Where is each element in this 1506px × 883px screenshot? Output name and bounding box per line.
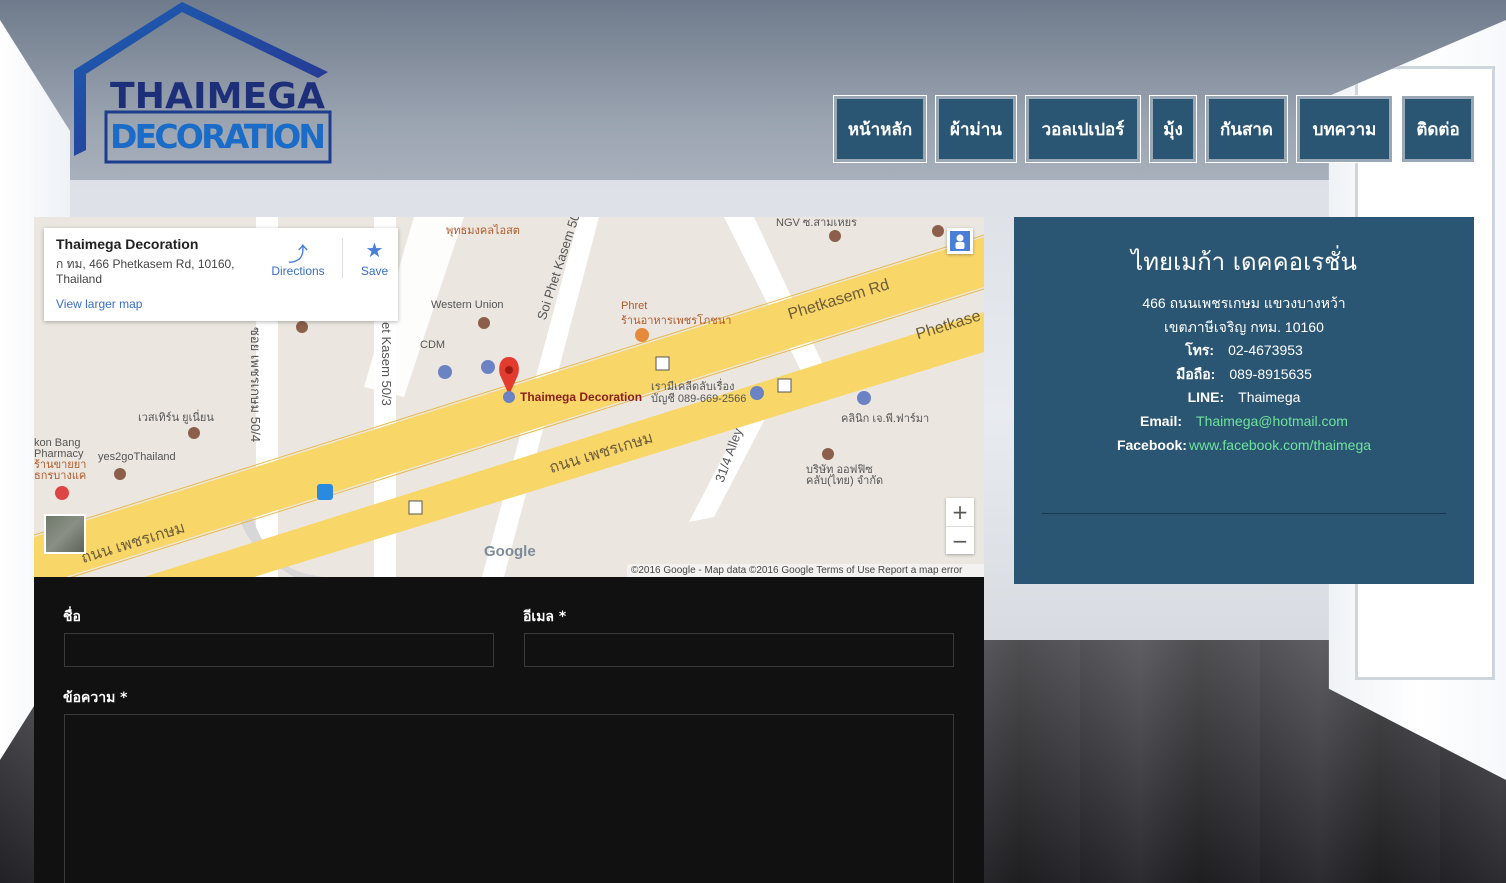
map-label: yes2goThailand bbox=[98, 451, 176, 463]
map-label: เวสเทิร์น ยูเนี่ยน bbox=[138, 412, 214, 424]
nav-item-mosquito-net[interactable]: มุ้ง bbox=[1149, 95, 1197, 163]
street-view-pegman-icon[interactable] bbox=[947, 228, 973, 254]
map-label: คลินิก เจ.พี.ฟาร์มา bbox=[841, 413, 930, 425]
contact-details: 466 ถนนเพชรเกษม แขวงบางหว้า เขตภาษีเจริญ… bbox=[1014, 292, 1474, 457]
contact-form: ชื่อ อีเมล * ข้อความ * bbox=[34, 577, 984, 883]
google-logo: Google bbox=[484, 543, 536, 560]
facebook-link[interactable]: www.facebook.com/thaimega bbox=[1189, 437, 1371, 453]
save-label: Save bbox=[360, 264, 389, 278]
mobile-value: 089-8915635 bbox=[1229, 365, 1312, 382]
nav-item-contact[interactable]: ติดต่อ bbox=[1401, 95, 1475, 163]
house-logo-icon: THAIMEGA DECORATION bbox=[74, 2, 332, 164]
map-label: Western Union bbox=[431, 299, 504, 311]
main-nav: หน้าหลัก ผ้าม่าน วอลเปเปอร์ มุ้ง กันสาด … bbox=[833, 95, 1475, 163]
map-label: NGV ซ.สามเหยร bbox=[776, 217, 857, 229]
nav-item-curtains[interactable]: ผ้าม่าน bbox=[935, 95, 1017, 163]
map-card-title: Thaimega Decoration bbox=[56, 236, 199, 252]
address-line-2: เขตภาษีเจริญ กทม. 10160 bbox=[1164, 318, 1324, 335]
zoom-out-button[interactable]: − bbox=[946, 526, 974, 554]
satellite-toggle[interactable] bbox=[44, 514, 86, 554]
facebook-label: Facebook: bbox=[1116, 436, 1187, 453]
zoom-in-button[interactable]: + bbox=[946, 498, 974, 526]
name-input[interactable] bbox=[64, 633, 494, 667]
nav-item-articles[interactable]: บทความ bbox=[1296, 95, 1393, 163]
contact-panel: ไทยเมก้า เดคคอเรชั่น 466 ถนนเพชรเกษม แขว… bbox=[1014, 217, 1474, 584]
svg-text:THAIMEGA: THAIMEGA bbox=[110, 76, 325, 117]
phone-label: โทร: bbox=[1185, 342, 1215, 359]
facebook-line: Facebook: www.facebook.com/thaimega bbox=[1014, 434, 1474, 458]
map-label: พุทธมงคลไอสต bbox=[446, 225, 520, 237]
name-label: ชื่อ bbox=[63, 609, 81, 625]
map-footer[interactable]: ©2016 Google - Map data ©2016 Google Ter… bbox=[627, 564, 984, 577]
email-link[interactable]: Thaimega@hotmail.com bbox=[1196, 413, 1348, 429]
map-info-card: Thaimega Decoration ก ทม, 466 Phetkasem … bbox=[44, 228, 398, 321]
directions-button[interactable]: ⤴ Directions bbox=[266, 238, 330, 278]
map-label: kon Bang Pharmacy bbox=[34, 437, 84, 460]
nav-item-awning[interactable]: กันสาด bbox=[1205, 95, 1288, 163]
email-line: Email: Thaimega@hotmail.com bbox=[1014, 410, 1474, 434]
mobile-label: มือถือ: bbox=[1176, 365, 1216, 382]
nav-item-wallpaper[interactable]: วอลเปเปอร์ bbox=[1025, 95, 1141, 163]
google-map[interactable]: Western Union CDM Phret ร้านอาหารเพชรโภช… bbox=[34, 217, 984, 577]
address-line-1: 466 ถนนเพชรเกษม แขวงบางหว้า bbox=[1142, 295, 1346, 311]
map-pin-label[interactable]: Thaimega Decoration bbox=[520, 390, 642, 404]
star-icon: ★ bbox=[365, 240, 384, 262]
map-label: et Kasem 50/3 bbox=[379, 322, 394, 406]
phone-line: โทร: 02-4673953 bbox=[1014, 339, 1474, 363]
line-value: Thaimega bbox=[1238, 389, 1301, 406]
map-label: เรามีเคลีดลับเรื่อง บัญชี 089-669-2566 bbox=[651, 381, 747, 405]
directions-icon: ⤴ bbox=[288, 244, 308, 266]
directions-label: Directions bbox=[271, 264, 325, 278]
site-logo[interactable]: THAIMEGA DECORATION bbox=[70, 0, 335, 165]
map-card-address: ก ทม, 466 Phetkasem Rd, 10160, Thailand bbox=[56, 257, 235, 286]
message-label: ข้อความ * bbox=[63, 690, 128, 706]
message-textarea[interactable] bbox=[64, 714, 954, 883]
view-larger-map-link[interactable]: View larger map bbox=[56, 297, 142, 311]
email-label: อีเมล * bbox=[523, 609, 567, 625]
map-label: ร้านขายยา ธกรบางแค bbox=[34, 459, 87, 482]
zoom-control: + − bbox=[946, 498, 974, 554]
line-id-line: LINE: Thaimega bbox=[1014, 386, 1474, 410]
map-label: บริษัท ออฟฟิซ คลับ(ไทย) จำกัด bbox=[806, 464, 884, 487]
map-label: ซอย เพชรเกษม 50/4 bbox=[248, 327, 263, 443]
line-label: LINE: bbox=[1187, 389, 1225, 406]
nav-item-home[interactable]: หน้าหลัก bbox=[833, 95, 927, 163]
map-label: CDM bbox=[420, 339, 446, 351]
map-label: ร้านอาหารเพชรโภชนา bbox=[621, 315, 732, 327]
mobile-line: มือถือ: 089-8915635 bbox=[1014, 363, 1474, 387]
phone-value: 02-4673953 bbox=[1228, 342, 1303, 359]
contact-title: ไทยเมก้า เดคคอเรชั่น bbox=[1131, 248, 1357, 276]
email-input[interactable] bbox=[524, 633, 954, 667]
svg-text:DECORATION: DECORATION bbox=[110, 117, 326, 156]
email-label: Email: bbox=[1140, 412, 1183, 429]
divider bbox=[1042, 513, 1446, 514]
save-button[interactable]: ★ Save bbox=[342, 238, 406, 278]
